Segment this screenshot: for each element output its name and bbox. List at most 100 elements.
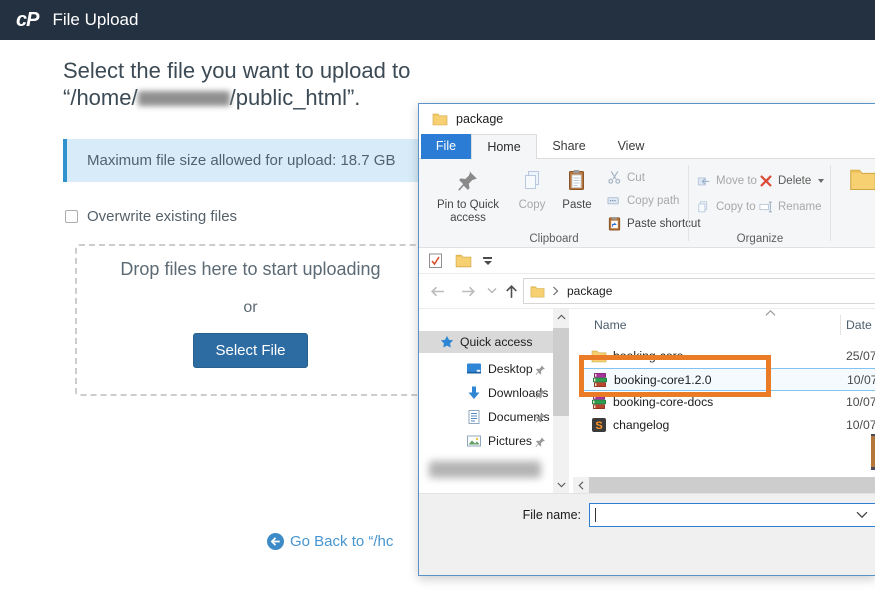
new-folder-button[interactable]: [849, 165, 875, 193]
ribbon-tabs: File Home Share View: [419, 134, 875, 159]
overwrite-checkbox[interactable]: [65, 210, 78, 223]
sidebar-item-desktop[interactable]: Desktop: [419, 357, 553, 381]
dialog-title: package: [456, 112, 503, 126]
max-filesize-text: Maximum file size allowed for upload: 18…: [87, 152, 395, 169]
file-dropzone[interactable]: Drop files here to start uploading or Se…: [75, 244, 426, 396]
forward-arrow-icon[interactable]: [460, 283, 477, 300]
scroll-up-icon[interactable]: [553, 309, 569, 325]
file-name-input[interactable]: [589, 503, 875, 527]
tab-file[interactable]: File: [421, 134, 471, 159]
rar-archive-icon: [591, 394, 607, 410]
paste-button[interactable]: Paste: [553, 162, 601, 225]
go-back-text: Go Back to “/hc: [290, 533, 393, 550]
back-arrow-icon[interactable]: [429, 283, 446, 300]
scrollbar-thumb[interactable]: [589, 477, 875, 493]
cut-button[interactable]: Cut: [607, 166, 701, 189]
upload-heading-line1: Select the file you want to upload to: [63, 57, 475, 84]
file-date: 10/07: [847, 373, 875, 387]
pin-icon: [535, 388, 546, 399]
sublime-text-icon: S: [591, 417, 607, 433]
file-list: Name Date booking-core 25/07 booking-core1…: [569, 309, 875, 477]
sidebar-item-downloads[interactable]: Downloads: [419, 381, 553, 405]
file-row-booking-core-docs[interactable]: booking-core-docs10/07: [583, 391, 875, 414]
dialog-titlebar: package: [419, 104, 875, 134]
pin-icon: [535, 412, 546, 423]
dialog-bottom-bar: File name:: [419, 493, 875, 576]
tab-home[interactable]: Home: [471, 134, 537, 160]
folder-icon[interactable]: [455, 252, 472, 269]
go-back-link[interactable]: Go Back to “/hc: [267, 533, 393, 550]
select-file-button[interactable]: Select File: [193, 333, 307, 368]
breadcrumb-chevron-icon[interactable]: [552, 286, 560, 296]
sidebar-item-label: Quick access: [460, 335, 532, 349]
file-name[interactable]: changelog: [613, 418, 669, 432]
file-row-booking-core[interactable]: booking-core 25/07: [583, 345, 875, 368]
file-name[interactable]: booking-core1.2.0: [614, 373, 712, 387]
cpanel-logo-icon: cP: [16, 9, 38, 32]
sidebar-item-documents[interactable]: Documents: [419, 405, 553, 429]
documents-icon: [466, 409, 482, 425]
scroll-left-icon[interactable]: [573, 477, 589, 493]
quick-access-toolbar: [419, 248, 875, 274]
scissors-icon: [607, 170, 622, 185]
cpanel-header: cP File Upload: [0, 0, 875, 40]
properties-check-icon[interactable]: [428, 253, 444, 269]
copy-path-button[interactable]: Copy path: [607, 189, 701, 212]
rename-button[interactable]: Rename: [759, 194, 824, 220]
tab-share[interactable]: Share: [537, 134, 601, 159]
file-row-changelog[interactable]: Schangelog 10/07: [583, 414, 875, 437]
vertical-scrollbar[interactable]: [553, 309, 569, 493]
clipboard-group: Pin to Quick access Copy Paste: [419, 159, 689, 247]
sidebar-items: DesktopDownloadsDocumentsPictures: [419, 357, 553, 453]
copy-icon: [511, 164, 553, 196]
sort-ascending-icon: [765, 310, 776, 316]
pin-to-quick-access-button[interactable]: Pin to Quick access: [425, 162, 511, 225]
scroll-down-icon[interactable]: [553, 477, 569, 493]
tab-view[interactable]: View: [601, 134, 661, 159]
horizontal-scrollbar[interactable]: [573, 477, 875, 493]
file-date: 10/07: [846, 418, 875, 432]
folder-icon: [591, 348, 607, 364]
redacted-sidebar-item: [429, 461, 541, 478]
folder-icon: [530, 284, 545, 299]
page-title: File Upload: [52, 10, 138, 30]
file-name[interactable]: booking-core-docs: [613, 395, 713, 409]
pin-icon: [535, 364, 546, 375]
column-header-name[interactable]: Name: [594, 318, 627, 332]
delete-button[interactable]: Delete: [759, 168, 824, 194]
sidebar-item-pictures[interactable]: Pictures: [419, 429, 553, 453]
address-bar[interactable]: package: [523, 278, 875, 304]
upload-heading-line2: “/home//public_html”.: [63, 84, 475, 111]
dropzone-or-text: or: [77, 299, 424, 317]
pictures-icon: [466, 433, 482, 449]
new-group: New folder: [831, 159, 875, 247]
up-arrow-icon[interactable]: [503, 283, 520, 300]
pin-icon: [535, 436, 546, 447]
copy-path-icon: [607, 193, 622, 208]
file-date: 25/07: [846, 349, 875, 363]
copy-to-icon: [697, 200, 711, 214]
clipped-icon-fragment: [871, 434, 875, 470]
dropdown-caret-icon: [818, 179, 824, 183]
clipboard-group-label: Clipboard: [419, 233, 689, 245]
paste-shortcut-button[interactable]: Paste shortcut: [607, 212, 701, 235]
file-row-booking-core1.2.0[interactable]: booking-core1.2.0 10/07: [583, 368, 875, 391]
breadcrumb[interactable]: package: [567, 284, 612, 298]
overwrite-label[interactable]: Overwrite existing files: [87, 208, 237, 225]
rename-icon: [759, 200, 773, 214]
paste-shortcut-icon: [607, 216, 622, 231]
copy-button[interactable]: Copy: [511, 162, 553, 225]
recent-locations-chevron-icon[interactable]: [487, 287, 497, 295]
customize-toolbar-dropdown-icon[interactable]: [483, 257, 492, 265]
sidebar-item-quick-access[interactable]: Quick access: [419, 331, 553, 353]
column-header-date[interactable]: Date: [846, 318, 872, 332]
column-separator[interactable]: [840, 315, 841, 335]
file-name-label: File name:: [515, 508, 581, 522]
rar-archive-icon: [592, 372, 608, 388]
chevron-down-icon[interactable]: [856, 511, 868, 519]
overwrite-option[interactable]: Overwrite existing files: [65, 208, 237, 225]
delete-x-icon: [759, 174, 773, 188]
file-name[interactable]: booking-core: [613, 349, 683, 363]
max-filesize-infobox: Maximum file size allowed for upload: 18…: [63, 139, 437, 182]
scrollbar-thumb[interactable]: [553, 328, 569, 416]
